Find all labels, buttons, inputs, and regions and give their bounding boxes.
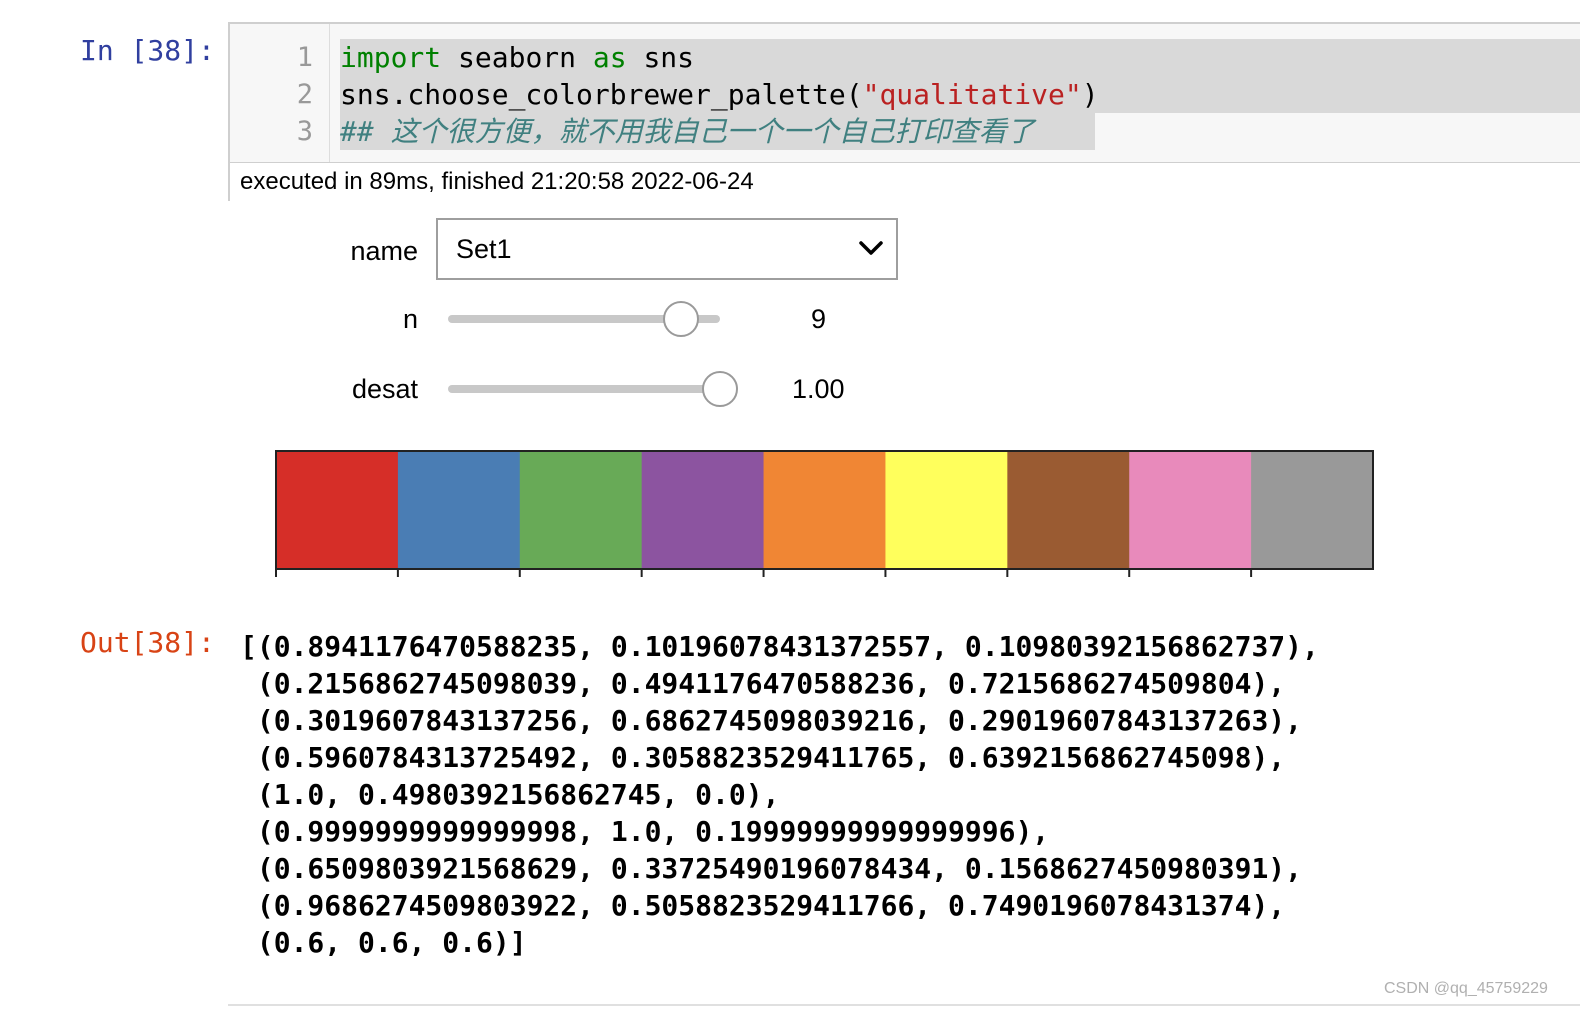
line-number-gutter: 1 2 3: [230, 24, 330, 162]
palette-preview: [275, 450, 1374, 577]
module-name: seaborn: [441, 41, 593, 74]
line-number: 2: [296, 79, 313, 110]
palette-swatch: [885, 451, 1008, 569]
palette-swatch: [519, 451, 643, 569]
output-line: [(0.8941176470588235, 0.1019607843137255…: [240, 630, 1319, 663]
output-line: (1.0, 0.4980392156862745, 0.0),: [240, 778, 780, 811]
desat-slider-handle[interactable]: [702, 371, 738, 407]
output-line: (0.9686274509803922, 0.5058823529411766,…: [240, 889, 1286, 922]
cell-divider: [228, 1004, 1580, 1006]
output-line: (0.2156862745098039, 0.4941176470588236,…: [240, 667, 1286, 700]
code-editor[interactable]: import seaborn as sns sns.choose_colorbr…: [330, 24, 1580, 162]
dropdown-value: Set1: [456, 234, 512, 264]
palette-name-dropdown[interactable]: Set1: [436, 218, 898, 280]
call-close: ): [1081, 78, 1099, 111]
code-comment: ## 这个很方便，就不用我自己一个一个自己打印查看了: [340, 115, 1035, 148]
desat-label: desat: [351, 374, 418, 404]
palette-swatch: [276, 451, 399, 569]
chevron-down-icon: [859, 241, 883, 255]
output-line: (0.3019607843137256, 0.6862745098039216,…: [240, 704, 1303, 737]
palette-swatch: [763, 451, 886, 569]
line-number: 3: [296, 116, 313, 147]
watermark: CSDN @qq_45759229: [1384, 980, 1548, 997]
desat-slider[interactable]: [448, 385, 720, 393]
desat-value: 1.00: [792, 374, 845, 404]
code-line-1[interactable]: import seaborn as sns: [340, 39, 694, 76]
output-line: (0.9999999999999998, 1.0, 0.199999999999…: [240, 815, 1050, 848]
n-label: n: [402, 304, 418, 334]
output-line: (0.6, 0.6, 0.6)]: [240, 926, 527, 959]
module-alias: sns: [626, 41, 695, 74]
keyword-as: as: [592, 41, 627, 74]
palette-swatch: [641, 451, 765, 569]
palette-swatch: [397, 451, 521, 569]
string-arg: "qualitative": [862, 78, 1082, 111]
code-line-2[interactable]: sns.choose_colorbrewer_palette("qualitat…: [340, 76, 1099, 113]
code-cell[interactable]: 1 2 3 import seaborn as sns sns.choose_c…: [228, 22, 1580, 201]
output-line: (0.6509803921568629, 0.33725490196078434…: [240, 852, 1303, 885]
execution-status: executed in 89ms, finished 21:20:58 2022…: [230, 162, 1580, 201]
function-call: sns.choose_colorbrewer_palette(: [340, 78, 863, 111]
output-prompt: Out[38]:: [80, 626, 215, 659]
output-text: [(0.8941176470588235, 0.1019607843137255…: [240, 628, 1319, 961]
input-prompt: In [38]:: [80, 34, 215, 67]
keyword-import: import: [340, 41, 442, 74]
line-number: 1: [296, 42, 313, 73]
palette-swatch: [1007, 451, 1130, 569]
palette-swatch: [1251, 451, 1374, 569]
output-line: (0.5960784313725492, 0.3058823529411765,…: [240, 741, 1286, 774]
palette-swatch: [1129, 451, 1252, 569]
n-slider-handle[interactable]: [663, 301, 700, 337]
name-label: name: [350, 236, 418, 266]
n-value: 9: [811, 304, 827, 334]
code-line-3[interactable]: ## 这个很方便，就不用我自己一个一个自己打印查看了: [340, 113, 1035, 150]
